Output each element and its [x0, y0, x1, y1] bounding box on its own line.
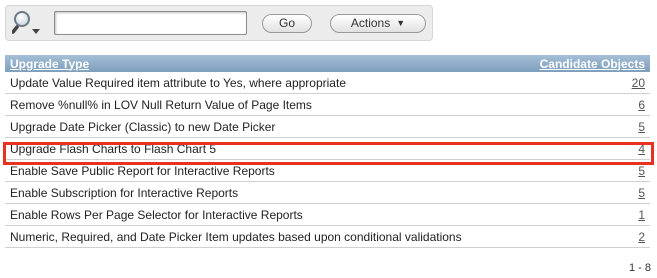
table-row: Enable Save Public Report for Interactiv… — [5, 159, 650, 182]
table-row: Enable Rows Per Page Selector for Intera… — [5, 203, 650, 226]
actions-label: Actions — [350, 16, 391, 30]
upgrade-type-cell: Update Value Required item attribute to … — [5, 72, 522, 94]
candidate-objects-cell: 4 — [521, 137, 650, 160]
candidate-objects-link[interactable]: 2 — [638, 230, 645, 244]
pagination-range: 1 - 8 — [628, 262, 651, 274]
table-row: Update Value Required item attribute to … — [5, 72, 650, 94]
upgrade-type-cell: Upgrade Date Picker (Classic) to new Dat… — [5, 115, 522, 138]
candidate-objects-cell: 2 — [521, 225, 650, 248]
go-button[interactable]: Go — [262, 14, 312, 33]
table-row: Upgrade Flash Charts to Flash Chart 5 4 — [5, 137, 650, 160]
upgrade-type-cell: Enable Subscription for Interactive Repo… — [5, 181, 522, 204]
candidate-objects-link[interactable]: 6 — [638, 98, 645, 112]
table-row: Numeric, Required, and Date Picker Item … — [5, 225, 650, 248]
triangle-down-icon: ▼ — [396, 18, 406, 28]
candidate-objects-link[interactable]: 20 — [632, 76, 645, 90]
candidate-objects-cell: 20 — [521, 72, 650, 94]
candidate-objects-link[interactable]: 5 — [638, 120, 645, 134]
upgrade-type-cell: Enable Save Public Report for Interactiv… — [5, 159, 522, 182]
upgrade-type-cell: Enable Rows Per Page Selector for Intera… — [5, 203, 522, 226]
candidate-objects-column-header[interactable]: Candidate Objects — [521, 55, 650, 72]
table-row: Upgrade Date Picker (Classic) to new Dat… — [5, 115, 650, 138]
candidate-objects-link[interactable]: 5 — [638, 186, 645, 200]
candidate-objects-link[interactable]: 4 — [638, 142, 645, 156]
actions-menu-button[interactable]: Actions ▼ — [330, 14, 426, 33]
magnifier-icon — [11, 11, 40, 34]
upgrade-type-cell: Remove %null% in LOV Null Return Value o… — [5, 93, 522, 116]
candidate-objects-cell: 6 — [521, 93, 650, 116]
upgrade-report-table: Upgrade Type Candidate Objects Update Va… — [5, 55, 650, 248]
candidate-objects-link[interactable]: 1 — [638, 208, 645, 222]
search-input[interactable] — [54, 11, 247, 35]
search-toolbar: Go Actions ▼ — [5, 5, 433, 41]
candidate-objects-cell: 5 — [521, 159, 650, 182]
table-row: Enable Subscription for Interactive Repo… — [5, 181, 650, 204]
table-row: Remove %null% in LOV Null Return Value o… — [5, 93, 650, 116]
candidate-objects-cell: 5 — [521, 181, 650, 204]
search-icon[interactable] — [11, 9, 46, 37]
upgrade-type-cell: Upgrade Flash Charts to Flash Chart 5 — [5, 137, 522, 160]
candidate-objects-cell: 5 — [521, 115, 650, 138]
candidate-objects-link[interactable]: 5 — [638, 164, 645, 178]
upgrade-type-cell: Numeric, Required, and Date Picker Item … — [5, 225, 522, 248]
table-header-row: Upgrade Type Candidate Objects — [5, 55, 650, 72]
candidate-objects-cell: 1 — [521, 203, 650, 226]
upgrade-type-column-header[interactable]: Upgrade Type — [5, 55, 522, 72]
